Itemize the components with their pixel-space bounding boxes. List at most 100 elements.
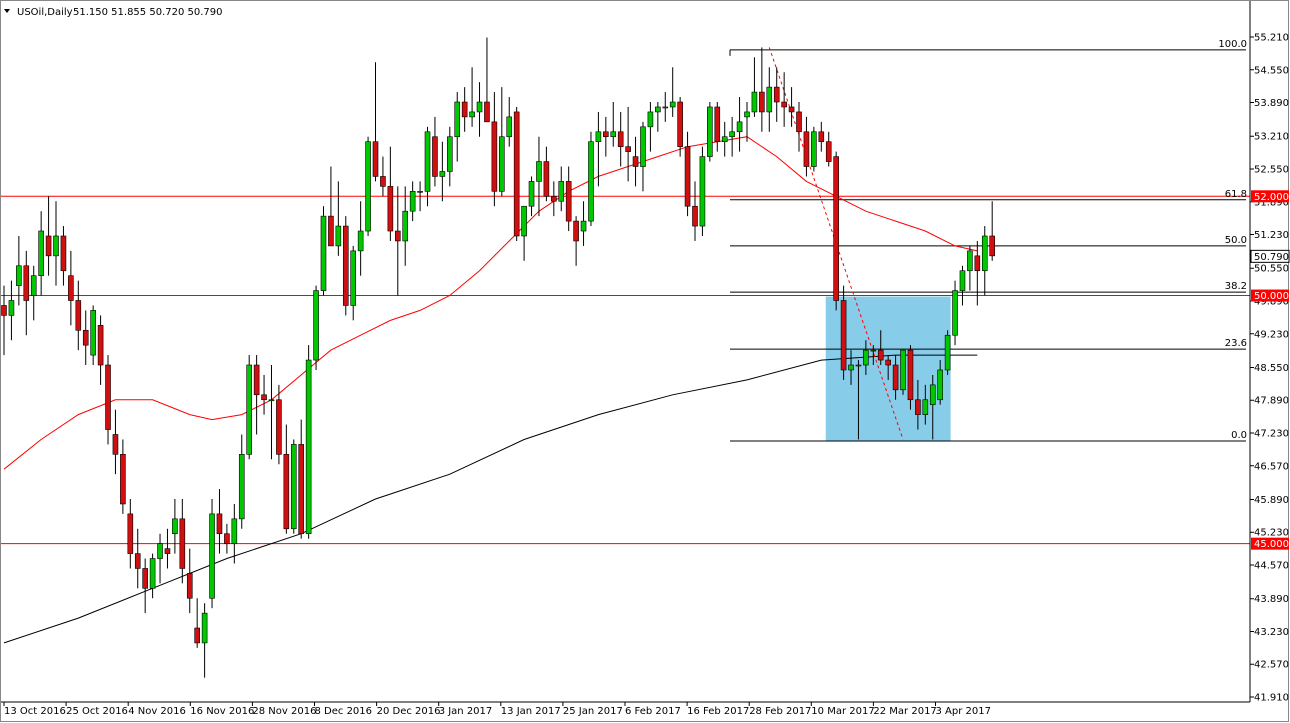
candle-body xyxy=(877,349,884,361)
candle-body xyxy=(298,444,305,535)
candle-body xyxy=(692,205,698,227)
candle-body xyxy=(528,181,535,207)
x-tick-label: 25 Oct 2016 xyxy=(66,706,128,717)
candle-body xyxy=(394,230,401,242)
candle-body xyxy=(97,325,104,366)
candle-body xyxy=(855,364,862,367)
y-tick-label: 46.570 xyxy=(1254,461,1289,472)
y-tick-label: 53.210 xyxy=(1254,132,1289,143)
x-tick-label: 13 Jan 2017 xyxy=(501,706,561,717)
fib-label: 38.2 xyxy=(1225,281,1247,292)
candle-body xyxy=(283,454,290,530)
y-tick-label: 52.550 xyxy=(1254,165,1289,176)
candle-body xyxy=(625,146,631,152)
candle-body xyxy=(8,300,15,316)
candle-body xyxy=(959,270,966,291)
candle-body xyxy=(454,101,461,138)
candle xyxy=(833,151,839,311)
candle xyxy=(907,345,914,410)
candle-body xyxy=(16,265,22,286)
candle-body xyxy=(885,359,891,366)
candle-body xyxy=(402,210,409,242)
candle-body xyxy=(30,275,37,296)
y-tick-label: 45.230 xyxy=(1254,528,1289,539)
candle-body xyxy=(892,364,899,391)
candle xyxy=(699,146,706,236)
candle-body xyxy=(558,181,565,202)
candle-body xyxy=(380,176,386,187)
candle-body xyxy=(372,141,379,177)
x-tick-label: 20 Dec 2016 xyxy=(377,706,441,717)
candle-body xyxy=(194,627,200,644)
candle-body xyxy=(417,191,423,193)
candle-body xyxy=(669,101,676,108)
candle-body xyxy=(655,106,661,113)
y-tick-label: 44.570 xyxy=(1254,561,1289,572)
candle-body xyxy=(588,141,594,222)
price-chart[interactable]: 100.0 61.8 50.0 38.2 23.6 0.0 55.210 54.550 53.… xyxy=(0,0,1290,723)
candle-body xyxy=(305,359,312,535)
candle-body xyxy=(134,553,141,569)
candle-body xyxy=(320,215,327,291)
candle-body xyxy=(595,131,602,143)
candle-body xyxy=(684,146,691,207)
candle-body xyxy=(573,220,579,242)
fib-label: 50.0 xyxy=(1225,235,1247,246)
candle-body xyxy=(617,131,624,147)
candle xyxy=(246,355,252,460)
candle-body xyxy=(82,329,89,346)
candle-body xyxy=(387,186,394,232)
fib-label: 100.0 xyxy=(1218,39,1247,50)
x-tick-label: 22 Mar 2017 xyxy=(873,706,936,717)
candle-body xyxy=(751,91,758,113)
candle-body xyxy=(818,131,825,143)
candle-body xyxy=(60,235,67,272)
candle-body xyxy=(23,265,30,301)
candle xyxy=(944,330,951,375)
candle-body xyxy=(944,334,951,371)
candle-body xyxy=(484,101,490,123)
candle-body xyxy=(677,101,683,147)
x-tick-label: 3 Apr 2017 xyxy=(936,706,991,717)
candle-body xyxy=(446,136,453,172)
candle-body xyxy=(172,518,178,535)
current-price-tag: 50.790 xyxy=(1254,252,1289,263)
y-tick-label: 53.890 xyxy=(1254,98,1289,109)
candle-body xyxy=(365,141,371,232)
candle-body xyxy=(536,161,542,182)
candle-body xyxy=(469,111,475,118)
candle-body xyxy=(900,349,906,391)
candle-body xyxy=(759,91,765,113)
candle-body xyxy=(149,558,156,589)
y-tick-label: 47.890 xyxy=(1254,396,1289,407)
candle-body xyxy=(224,533,230,544)
candle-body xyxy=(811,131,817,167)
candle-body xyxy=(120,454,126,505)
candle xyxy=(707,102,713,162)
candle xyxy=(811,126,817,172)
candle-body xyxy=(105,364,111,430)
chart-window[interactable]: 100.0 61.8 50.0 38.2 23.6 0.0 55.210 54.550 53.… xyxy=(0,0,1290,723)
candle xyxy=(313,285,319,370)
y-tick-label: 50.550 xyxy=(1254,264,1289,275)
candle-body xyxy=(276,399,282,455)
candle-body xyxy=(632,156,639,167)
candle-body xyxy=(68,275,74,301)
candle-body xyxy=(766,86,773,113)
candle-body xyxy=(870,349,877,352)
candle-body xyxy=(729,131,735,138)
candle-body xyxy=(714,106,721,143)
candle-body xyxy=(328,215,334,247)
candle-body xyxy=(313,290,319,361)
y-tick-label: 43.230 xyxy=(1254,627,1289,638)
chart-background xyxy=(0,0,1290,723)
x-tick-label: 16 Feb 2017 xyxy=(687,706,749,717)
candle-body xyxy=(432,136,438,177)
candle-body xyxy=(439,171,446,177)
fib-label: 61.8 xyxy=(1225,189,1247,200)
candle xyxy=(320,206,327,296)
candle-body xyxy=(290,444,297,530)
candle-body xyxy=(75,300,82,331)
candle-body xyxy=(506,116,513,138)
candle-body xyxy=(981,235,988,272)
